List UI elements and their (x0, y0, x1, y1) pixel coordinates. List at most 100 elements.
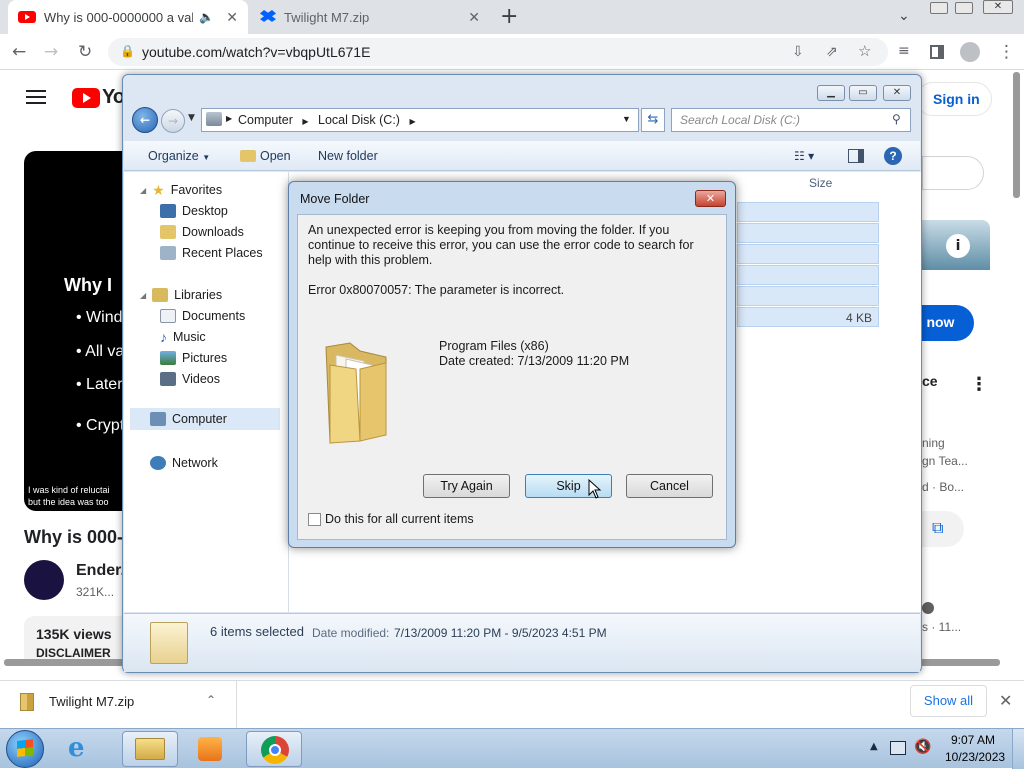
command-bar: Organize ▼ Open New folder ☷ ▾ ? (124, 141, 920, 171)
open-external-button[interactable]: ⧉ (922, 511, 964, 547)
clock-time[interactable]: 9:07 AM (951, 733, 995, 747)
show-hidden-icons-icon[interactable]: ▲ (870, 741, 878, 752)
explorer-search-input[interactable]: Search Local Disk (C:) ⚲ (671, 108, 911, 132)
recent-pages-icon[interactable]: ▼ (188, 113, 195, 123)
preview-pane-icon[interactable] (848, 149, 864, 163)
tab-close-icon[interactable]: ✕ (468, 9, 480, 26)
search-box-partial[interactable] (922, 156, 984, 190)
file-row[interactable] (737, 202, 879, 222)
description-box[interactable]: 135K views DISCLAIMER (24, 616, 124, 664)
media-queue-icon[interactable]: ≡ (898, 43, 910, 59)
back-arrow-icon[interactable]: ← (12, 42, 26, 62)
refresh-icon[interactable]: ⇆ (641, 108, 665, 132)
nav-computer[interactable]: Computer (130, 408, 280, 430)
tab-youtube[interactable]: Why is 000-0000000 a valid 🔈 ✕ (8, 0, 248, 34)
view-options-icon[interactable]: ☷ ▾ (794, 149, 814, 163)
new-tab-button[interactable]: + (500, 4, 518, 29)
file-row[interactable]: 4 KB (737, 307, 879, 327)
tab-close-icon[interactable]: ✕ (226, 9, 238, 26)
file-row[interactable] (737, 223, 879, 243)
tab-twilight[interactable]: Twilight M7.zip ✕ (250, 0, 490, 34)
taskbar: e ▲ 🔇 9:07 AM 10/23/2023 (0, 728, 1024, 769)
ad-title-partial: ce (922, 373, 938, 389)
network-tray-icon[interactable] (890, 741, 906, 755)
breadcrumb-chevron-icon[interactable]: ▶ (409, 117, 415, 126)
sign-in-button[interactable]: Sign in (916, 82, 992, 116)
file-row[interactable] (737, 265, 879, 285)
nav-music[interactable]: ♪ Music (160, 327, 206, 347)
search-icon[interactable]: ⚲ (892, 112, 901, 126)
channel-name[interactable]: Ender. (76, 562, 125, 580)
tab-strip: Why is 000-0000000 a valid 🔈 ✕ Twilight … (0, 0, 1024, 34)
download-options-chevron-icon[interactable]: ⌃ (206, 693, 216, 707)
download-filename[interactable]: Twilight M7.zip (49, 694, 134, 709)
explorer-minimize-button[interactable]: ▁ (817, 85, 845, 101)
explorer-close-button[interactable]: ✕ (883, 85, 911, 101)
nav-libraries[interactable]: ◢ Libraries (140, 285, 222, 305)
address-breadcrumb[interactable]: ▶ Computer ▶ Local Disk (C:) ▶ ▼ (201, 108, 639, 132)
open-button[interactable]: Open (260, 149, 291, 163)
help-icon[interactable]: ? (884, 147, 902, 165)
share-icon[interactable]: ⇗ (826, 43, 838, 60)
channel-avatar[interactable] (24, 560, 64, 600)
videos-icon (160, 372, 176, 386)
omnibox[interactable]: 🔒 youtube.com/watch?v=vbqpUtL671E ⇩ ⇗ ☆ (108, 38, 888, 66)
breadcrumb-computer[interactable]: Computer (238, 113, 293, 127)
address-dropdown-icon[interactable]: ▼ (622, 114, 631, 124)
nav-favorites[interactable]: ◢ ★ Favorites (140, 180, 222, 200)
bookmark-star-icon[interactable]: ☆ (858, 42, 871, 60)
vertical-scrollbar[interactable] (1013, 72, 1020, 198)
cancel-button[interactable]: Cancel (626, 474, 713, 498)
explorer-taskbar-button[interactable] (122, 731, 178, 767)
dialog-close-button[interactable]: ✕ (695, 190, 726, 207)
explorer-maximize-button[interactable]: ▭ (849, 85, 877, 101)
organize-menu[interactable]: Organize ▼ (148, 149, 210, 163)
apply-all-label[interactable]: Do this for all current items (325, 512, 474, 526)
hamburger-menu-icon[interactable] (26, 90, 46, 104)
youtube-logo-text: Yo (102, 86, 125, 108)
file-row[interactable] (737, 286, 879, 306)
nav-network[interactable]: Network (150, 453, 218, 473)
breadcrumb-local-disk[interactable]: Local Disk (C:) (318, 113, 400, 127)
item-name: Program Files (x86) (439, 339, 549, 353)
video-line: Why I (64, 275, 112, 295)
apply-all-checkbox[interactable] (308, 513, 321, 526)
side-panel-icon[interactable] (930, 45, 944, 59)
nav-desktop[interactable]: Desktop (160, 201, 228, 221)
speaker-icon[interactable]: 🔈 (199, 10, 214, 24)
window-close-icon[interactable]: ✕ (983, 0, 1013, 14)
tab-search-icon[interactable]: ⌄ (898, 8, 910, 24)
chrome-taskbar-button[interactable] (246, 731, 302, 767)
nav-videos[interactable]: Videos (160, 369, 220, 389)
explorer-back-button[interactable]: ← (132, 107, 158, 133)
minimize-icon[interactable] (930, 2, 948, 14)
show-all-button[interactable]: Show all (910, 685, 987, 717)
youtube-logo-icon[interactable] (72, 88, 100, 108)
ie-taskbar-icon[interactable]: e (68, 733, 85, 763)
install-icon[interactable]: ⇩ (792, 43, 804, 60)
restore-icon[interactable] (955, 2, 973, 14)
nav-downloads[interactable]: Downloads (160, 222, 244, 242)
new-folder-button[interactable]: New folder (318, 149, 378, 163)
video-player[interactable]: Why I • Windo • All vali • Later V • Cry… (24, 151, 138, 511)
breadcrumb-chevron-icon[interactable]: ▶ (302, 117, 308, 126)
file-row[interactable] (737, 244, 879, 264)
column-header-size[interactable]: Size (809, 176, 832, 190)
profile-avatar[interactable] (960, 42, 980, 62)
forward-arrow-icon[interactable]: → (44, 42, 58, 62)
media-player-taskbar-icon[interactable] (198, 737, 222, 761)
info-icon[interactable]: i (946, 234, 970, 258)
clock-date[interactable]: 10/23/2023 (945, 750, 1005, 764)
download-bar-close-icon[interactable]: ✕ (999, 691, 1012, 711)
nav-recent-places[interactable]: Recent Places (160, 243, 263, 263)
explorer-forward-button[interactable]: → (161, 109, 185, 133)
breadcrumb-chevron-icon[interactable]: ▶ (226, 114, 232, 123)
show-desktop-button[interactable] (1012, 729, 1024, 769)
volume-muted-icon[interactable]: 🔇 (914, 739, 931, 755)
nav-documents[interactable]: Documents (160, 306, 245, 326)
try-again-button[interactable]: Try Again (423, 474, 510, 498)
reload-icon[interactable]: ↻ (78, 42, 92, 62)
more-options-icon[interactable]: ⋮ (970, 374, 988, 395)
nav-pictures[interactable]: Pictures (160, 348, 227, 368)
chrome-menu-icon[interactable]: ⋮ (998, 42, 1015, 62)
